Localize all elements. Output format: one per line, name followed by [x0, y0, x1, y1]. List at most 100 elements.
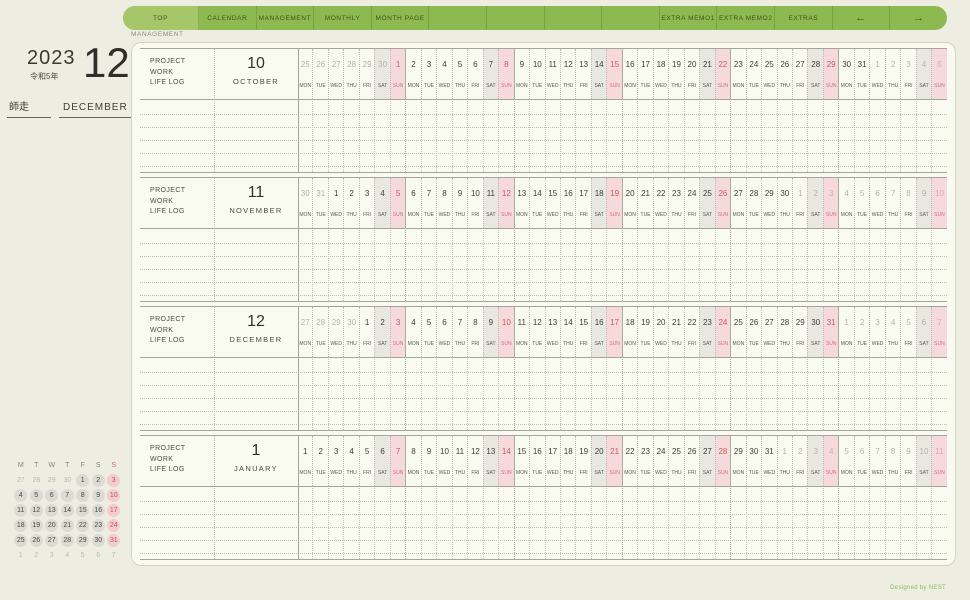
day-cell[interactable]: 18 THU — [559, 436, 575, 486]
mini-cal-day[interactable]: 7 — [60, 488, 76, 503]
mini-cal-day[interactable]: 13 — [44, 503, 60, 518]
mini-cal-day[interactable]: 17 — [106, 503, 122, 518]
month-link[interactable]: 11 NOVEMBER — [214, 178, 298, 228]
day-cell[interactable]: 26 SUN — [714, 178, 731, 228]
day-cell[interactable]: 4 WED — [436, 49, 451, 99]
day-cell[interactable]: 21 SUN — [606, 436, 622, 486]
mini-cal-day[interactable]: 10 — [106, 488, 122, 503]
mini-cal-day[interactable]: 20 — [44, 518, 60, 533]
day-cell[interactable]: 5 FRI — [358, 436, 374, 486]
day-cell[interactable]: 3 FRI — [900, 49, 915, 99]
mini-cal-day[interactable]: 8 — [75, 488, 91, 503]
day-cell[interactable]: 9 MON — [513, 49, 529, 99]
day-cell[interactable]: 22 SUN — [714, 49, 731, 99]
day-cell[interactable]: 26 TUE — [312, 49, 327, 99]
day-cell[interactable]: 27 WED — [761, 307, 776, 357]
day-cell[interactable]: 12 SUN — [498, 178, 514, 228]
day-cell[interactable]: 27 FRI — [792, 49, 807, 99]
day-cell[interactable]: 29 SUN — [822, 49, 839, 99]
day-cell[interactable]: 27 MON — [730, 178, 745, 228]
day-cell[interactable]: 1 MON — [838, 307, 853, 357]
day-cell[interactable]: 10 WED — [436, 436, 451, 486]
day-cell[interactable]: 4 SAT — [915, 49, 932, 99]
day-cell[interactable]: 3 SUN — [389, 307, 406, 357]
day-cell[interactable]: 4 SAT — [374, 178, 390, 228]
day-cell[interactable]: 4 THU — [884, 307, 900, 357]
day-cell[interactable]: 3 SAT — [807, 436, 823, 486]
month-link[interactable]: 12 DECEMBER — [214, 307, 298, 357]
day-cell[interactable]: 15 FRI — [575, 307, 590, 357]
tab-calendar[interactable]: CALENDAR — [199, 6, 257, 30]
tab-month-page[interactable]: MONTH PAGE — [372, 6, 430, 30]
day-cell[interactable]: 6 TUE — [853, 436, 869, 486]
day-cell[interactable]: 2 SAT — [374, 307, 390, 357]
day-cell[interactable]: 20 MON — [621, 178, 637, 228]
day-cell[interactable]: 5 SUN — [389, 178, 406, 228]
mini-cal-day[interactable]: 23 — [91, 518, 107, 533]
day-cell[interactable]: 11 SAT — [482, 178, 499, 228]
day-cell[interactable]: 3 FRI — [358, 178, 374, 228]
day-cell[interactable]: 14 THU — [559, 307, 575, 357]
day-cell[interactable]: 28 TUE — [312, 307, 327, 357]
next-arrow-button[interactable]: → — [890, 6, 947, 30]
day-cell[interactable]: 9 FRI — [900, 436, 915, 486]
mini-cal-day[interactable]: 25 — [13, 533, 29, 548]
day-cell[interactable]: 11 SUN — [931, 436, 947, 486]
day-cell[interactable]: 21 SAT — [699, 49, 715, 99]
mini-cal-day[interactable]: 14 — [60, 503, 76, 518]
day-cell[interactable]: 7 SUN — [389, 436, 406, 486]
day-cell[interactable]: 1 FRI — [792, 178, 807, 228]
day-cell[interactable]: 2 THU — [343, 178, 358, 228]
day-cell[interactable]: 20 SAT — [590, 436, 607, 486]
day-cell[interactable]: 7 SAT — [482, 49, 499, 99]
day-cell[interactable]: 20 WED — [652, 307, 668, 357]
day-cell[interactable]: 7 THU — [451, 307, 467, 357]
day-cell[interactable]: 31 WED — [761, 436, 776, 486]
day-cell[interactable]: 6 WED — [436, 307, 451, 357]
day-cell[interactable]: 26 FRI — [683, 436, 699, 486]
day-cell[interactable]: 23 THU — [668, 178, 683, 228]
day-cell[interactable]: 23 TUE — [637, 436, 652, 486]
mini-cal-day[interactable]: 24 — [106, 518, 122, 533]
mini-cal-day[interactable]: 22 — [75, 518, 91, 533]
day-cell[interactable]: 11 WED — [544, 49, 560, 99]
day-cell[interactable]: 24 WED — [652, 436, 668, 486]
mini-cal-day[interactable]: 12 — [29, 503, 45, 518]
day-cell[interactable]: 12 TUE — [529, 307, 544, 357]
day-cell[interactable]: 10 SUN — [931, 178, 947, 228]
mini-cal-day[interactable]: 6 — [44, 488, 60, 503]
mini-cal-day[interactable]: 11 — [13, 503, 29, 518]
day-cell[interactable]: 10 TUE — [529, 49, 544, 99]
day-cell[interactable]: 18 SAT — [590, 178, 607, 228]
day-cell[interactable]: 19 THU — [668, 49, 683, 99]
day-cell[interactable]: 9 TUE — [420, 436, 436, 486]
day-cell[interactable]: 17 SUN — [606, 307, 622, 357]
day-cell[interactable]: 29 FRI — [358, 49, 374, 99]
day-cell[interactable]: 30 TUE — [745, 436, 761, 486]
month-link[interactable]: 10 OCTOBER — [214, 49, 298, 99]
month-link[interactable]: 1 JANUARY — [214, 436, 298, 486]
day-cell[interactable]: 25 MON — [298, 49, 312, 99]
day-cell[interactable]: 12 THU — [559, 49, 575, 99]
day-cell[interactable]: 30 MON — [838, 49, 853, 99]
day-cell[interactable]: 28 THU — [776, 307, 792, 357]
day-cell[interactable]: 22 WED — [652, 178, 668, 228]
tab-extra-memo2[interactable]: EXTRA MEMO2 — [717, 6, 776, 30]
mini-cal-day[interactable]: 27 — [44, 533, 60, 548]
day-cell[interactable]: 11 MON — [513, 307, 529, 357]
day-cell[interactable]: 29 WED — [327, 307, 343, 357]
day-cell[interactable]: 7 SUN — [931, 307, 947, 357]
day-cell[interactable]: 13 FRI — [575, 49, 590, 99]
day-cell[interactable]: 17 TUE — [637, 49, 652, 99]
day-cell[interactable]: 16 THU — [559, 178, 575, 228]
day-cell[interactable]: 22 MON — [621, 436, 637, 486]
day-cell[interactable]: 5 TUE — [853, 178, 869, 228]
day-cell[interactable]: 24 TUE — [745, 49, 761, 99]
day-cell[interactable]: 1 WED — [869, 49, 884, 99]
mini-cal-day[interactable]: 5 — [29, 488, 45, 503]
day-cell[interactable]: 24 SUN — [714, 307, 731, 357]
day-cell[interactable]: 25 SAT — [699, 178, 715, 228]
day-cell[interactable]: 19 TUE — [637, 307, 652, 357]
day-cell[interactable]: 30 THU — [343, 307, 358, 357]
day-cell[interactable]: 28 TUE — [745, 178, 761, 228]
